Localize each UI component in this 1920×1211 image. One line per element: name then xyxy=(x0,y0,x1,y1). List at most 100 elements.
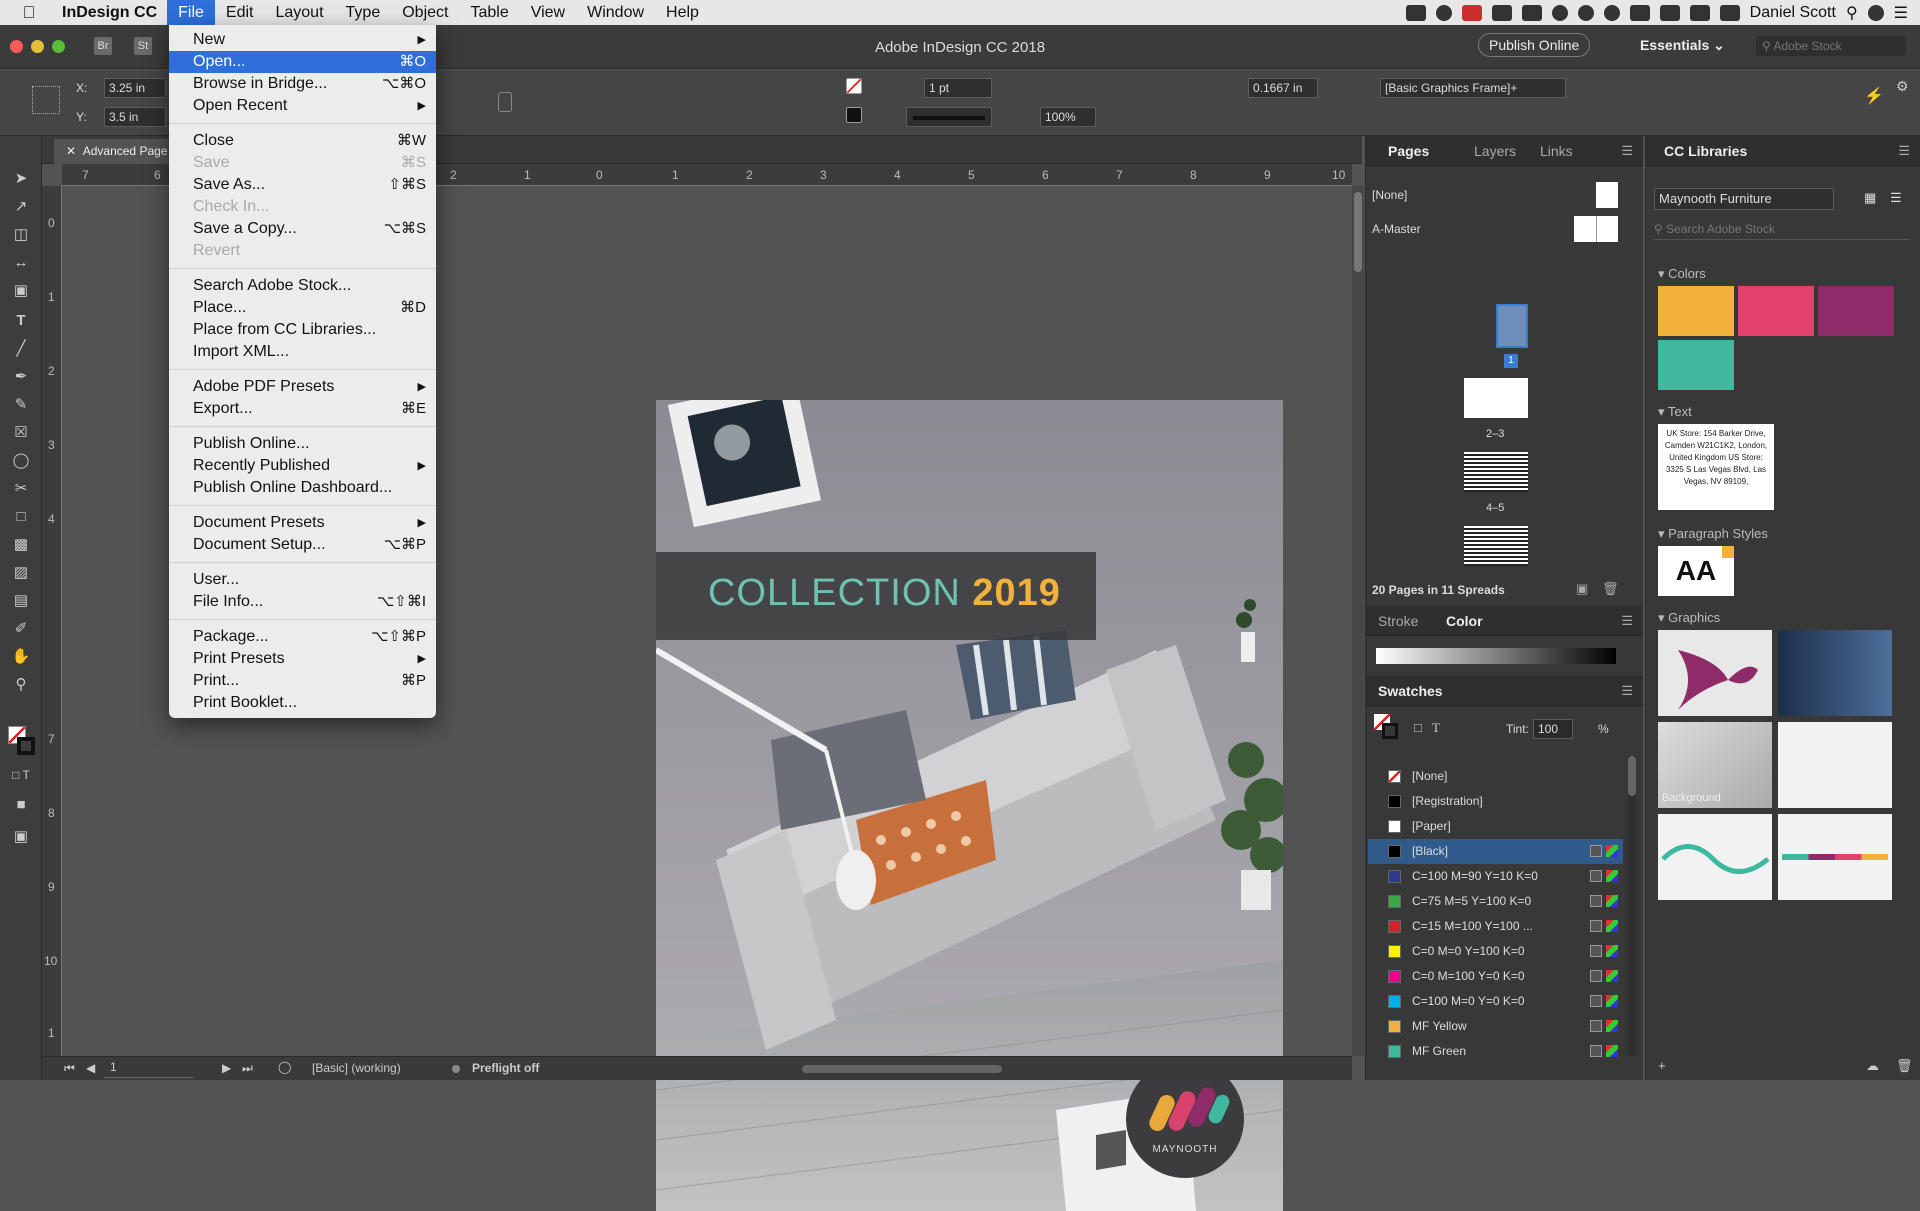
file-menu-item-save-as[interactable]: Save As... ⇧⌘S xyxy=(169,174,436,196)
siri-icon[interactable] xyxy=(1867,4,1884,21)
swatch-row[interactable]: C=75 M=5 Y=100 K=0 xyxy=(1368,889,1623,914)
menu-help[interactable]: Help xyxy=(655,0,710,25)
formatting-container-icon[interactable]: □ T xyxy=(11,766,31,784)
constrain-link-icon[interactable] xyxy=(498,92,512,112)
direct-selection-icon[interactable]: ↗ xyxy=(11,198,31,216)
colors-section-label[interactable]: ▾ Colors xyxy=(1658,266,1706,282)
document-tab[interactable]: ✕ Advanced Page xyxy=(54,139,180,164)
tab-layers[interactable]: Layers xyxy=(1474,136,1516,166)
file-menu-item-recently-published[interactable]: Recently Published ▶ xyxy=(169,455,436,477)
grid-view-icon[interactable]: ▦ xyxy=(1864,190,1876,206)
swatch-row[interactable]: [Paper] xyxy=(1368,814,1623,839)
library-search-input[interactable]: ⚲ Search Adobe Stock xyxy=(1654,218,1910,240)
page-1-thumb[interactable] xyxy=(1496,304,1528,348)
vertical-ruler[interactable]: 0 1 2 3 4 7 8 9 10 1 xyxy=(42,186,62,1056)
workflow-icon[interactable]: ◯ xyxy=(278,1060,291,1074)
swatch-row[interactable]: [Registration] xyxy=(1368,789,1623,814)
spotlight-icon[interactable]: ⚲ xyxy=(1846,3,1858,23)
file-menu-item-save-a-copy[interactable]: Save a Copy... ⌥⌘S xyxy=(169,218,436,240)
file-menu-item-search-adobe-stock[interactable]: Search Adobe Stock... xyxy=(169,275,436,297)
control-gear-icon[interactable]: ⚙ xyxy=(1896,78,1909,95)
color-panel-menu-icon[interactable]: ☰ xyxy=(1621,613,1633,629)
list-view-icon[interactable]: ☰ xyxy=(1890,190,1902,206)
library-color-1[interactable] xyxy=(1658,286,1734,336)
add-library-item-icon[interactable]: + xyxy=(1658,1058,1666,1073)
file-menu-item-close[interactable]: Close ⌘W xyxy=(169,130,436,152)
graphic-photo-item[interactable] xyxy=(1778,630,1892,716)
file-menu-item-place[interactable]: Place... ⌘D xyxy=(169,297,436,319)
tab-links[interactable]: Links xyxy=(1540,136,1573,166)
paragraph-style-item[interactable]: AA xyxy=(1658,546,1734,596)
text-section-label[interactable]: ▾ Text xyxy=(1658,404,1692,420)
sync-icon[interactable]: ☁ xyxy=(1866,1058,1879,1074)
screen-mode-icon[interactable]: ▣ xyxy=(11,828,31,846)
bluetooth-icon[interactable] xyxy=(1603,4,1620,21)
menu-object[interactable]: Object xyxy=(391,0,459,25)
swatch-row[interactable]: MF Green xyxy=(1368,1039,1623,1064)
menu-view[interactable]: View xyxy=(520,0,576,25)
close-tab-icon[interactable]: ✕ xyxy=(66,144,76,158)
menu-layout[interactable]: Layout xyxy=(264,0,334,25)
tab-pages[interactable]: Pages xyxy=(1388,136,1429,166)
prev-page-icon[interactable]: ◀ xyxy=(86,1061,95,1075)
formatting-affects-container-icon[interactable]: □ xyxy=(1414,720,1422,735)
tint-field[interactable]: 100 xyxy=(1533,719,1573,739)
cover-title[interactable]: COLLECTION 2019 xyxy=(708,572,1061,615)
file-menu-item-adobe-pdf-presets[interactable]: Adobe PDF Presets ▶ xyxy=(169,376,436,398)
swatch-row[interactable]: C=100 M=90 Y=10 K=0 xyxy=(1368,864,1623,889)
swatches-menu-icon[interactable]: ☰ xyxy=(1621,683,1633,699)
file-menu-item-print-booklet[interactable]: Print Booklet... xyxy=(169,692,436,714)
master-a-thumb[interactable] xyxy=(1574,216,1618,242)
swatch-row[interactable]: [Black] xyxy=(1368,839,1623,864)
notification-center-icon[interactable]: ☰ xyxy=(1894,3,1908,23)
file-menu-item-print[interactable]: Print... ⌘P xyxy=(169,670,436,692)
swatches-title[interactable]: Swatches xyxy=(1378,676,1443,706)
library-color-2[interactable] xyxy=(1738,286,1814,336)
menu-edit[interactable]: Edit xyxy=(215,0,265,25)
file-menu-item-open[interactable]: Open... ⌘O xyxy=(169,51,436,73)
new-page-icon[interactable]: ▣ xyxy=(1576,581,1588,597)
swatches-scrollbar[interactable] xyxy=(1628,756,1636,1056)
tab-stroke[interactable]: Stroke xyxy=(1378,606,1418,636)
library-text-item[interactable]: UK Store: 154 Barker Drive, Camden W21C1… xyxy=(1658,424,1774,510)
apply-color-icon[interactable]: ■ xyxy=(11,796,31,814)
display-icon[interactable] xyxy=(1491,4,1512,21)
formatting-affects-text-icon[interactable]: T xyxy=(1432,720,1440,736)
graphic-text-item[interactable] xyxy=(1778,722,1892,808)
file-menu-item-new[interactable]: New ▶ xyxy=(169,29,436,51)
selection-tool-icon[interactable]: ➤ xyxy=(11,170,31,188)
file-menu-item-user[interactable]: User... xyxy=(169,569,436,591)
airplay-icon[interactable] xyxy=(1659,4,1680,21)
rectangle-frame-icon[interactable]: ☒ xyxy=(11,424,31,442)
library-color-4[interactable] xyxy=(1658,340,1734,390)
graphics-section-label[interactable]: ▾ Graphics xyxy=(1658,610,1720,626)
file-menu-item-publish-online-dashboard[interactable]: Publish Online Dashboard... xyxy=(169,477,436,499)
swatch-row[interactable]: C=0 M=100 Y=0 K=0 xyxy=(1368,964,1623,989)
file-menu-item-browse-in-bridge[interactable]: Browse in Bridge... ⌥⌘O xyxy=(169,73,436,95)
creative-cloud-icon[interactable] xyxy=(1435,4,1452,21)
ellipse-tool-icon[interactable]: ◯ xyxy=(11,452,31,470)
lightning-icon[interactable]: ⚡ xyxy=(1864,86,1884,106)
libraries-menu-icon[interactable]: ☰ xyxy=(1898,143,1910,159)
next-page-icon[interactable]: ▶ xyxy=(222,1061,231,1075)
scale-field[interactable]: 100% xyxy=(1040,107,1096,127)
dropbox-icon[interactable] xyxy=(1405,4,1426,21)
eyedropper-icon[interactable]: ✐ xyxy=(11,620,31,638)
stock-search-input[interactable]: ⚲ Adobe Stock xyxy=(1756,36,1906,56)
line-tool-icon[interactable]: ╱ xyxy=(11,340,31,358)
type-tool-icon[interactable]: T xyxy=(11,312,31,330)
file-menu-item-export[interactable]: Export... ⌘E xyxy=(169,398,436,420)
corner-offset-field[interactable]: 0.1667 in xyxy=(1248,78,1318,98)
document-page[interactable]: COLLECTION 2019 MAYNOOTH xyxy=(656,400,1283,1211)
preflight-status[interactable]: Preflight off xyxy=(472,1061,539,1075)
file-menu-item-package[interactable]: Package... ⌥⇧⌘P xyxy=(169,626,436,648)
graphic-bars-item[interactable] xyxy=(1778,814,1892,900)
spread-4-5-thumb[interactable] xyxy=(1464,452,1528,492)
page-number-field[interactable]: 1 xyxy=(104,1060,194,1078)
gradient-swatch-icon[interactable]: ▩ xyxy=(11,536,31,554)
graphic-background-item[interactable]: Background xyxy=(1658,722,1772,808)
file-menu-item-document-setup[interactable]: Document Setup... ⌥⌘P xyxy=(169,534,436,556)
graphic-wave-item[interactable] xyxy=(1658,814,1772,900)
tab-color[interactable]: Color xyxy=(1446,606,1483,636)
free-transform-icon[interactable]: □ xyxy=(11,508,31,526)
